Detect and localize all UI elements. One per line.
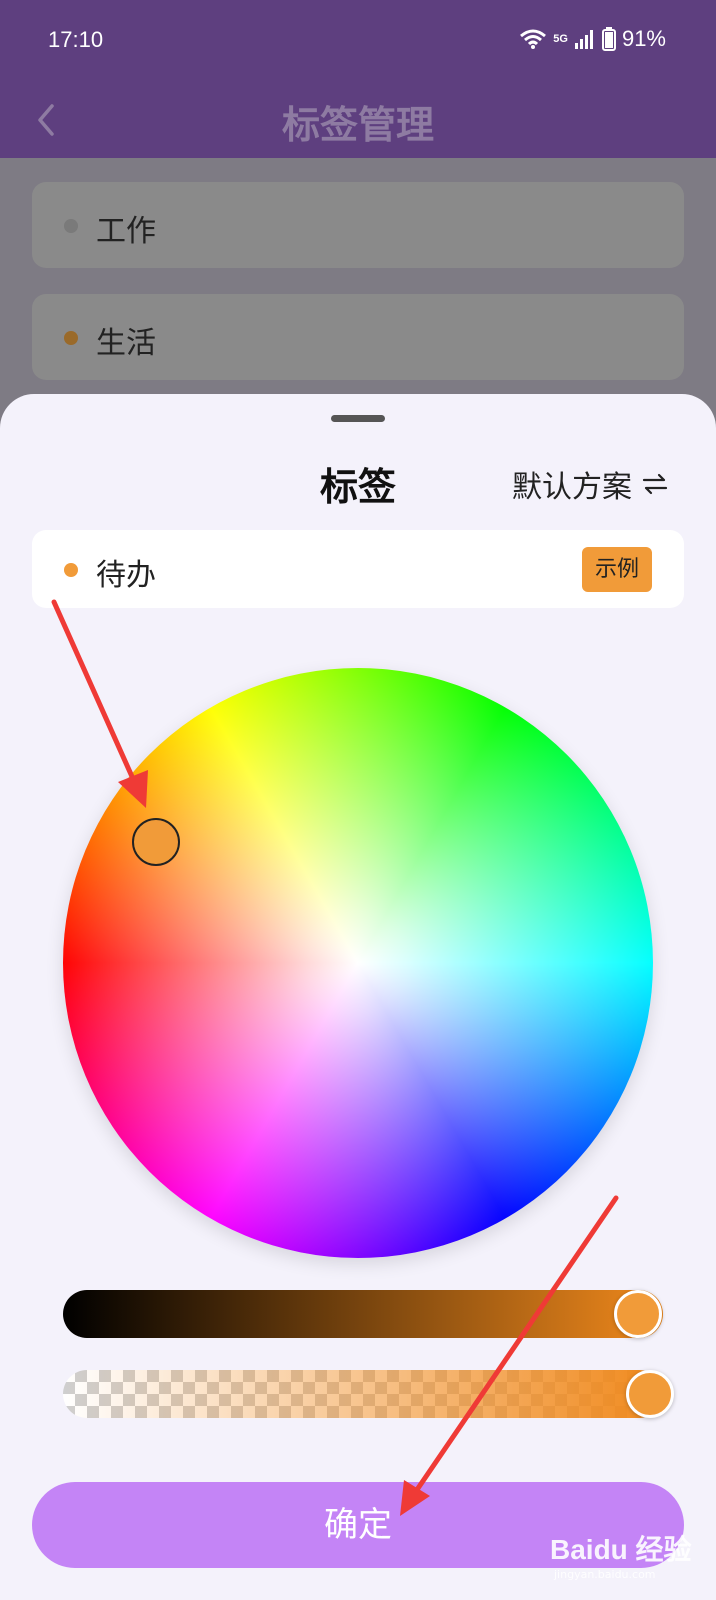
tag-color-dot — [64, 219, 78, 233]
color-wheel-handle[interactable] — [132, 818, 180, 866]
sheet-drag-handle[interactable] — [331, 415, 385, 422]
battery-icon — [601, 27, 616, 51]
swap-icon — [642, 473, 668, 495]
tag-item-work[interactable]: 工作 — [32, 182, 684, 268]
scheme-label: 默认方案 — [512, 470, 632, 505]
opacity-slider-thumb[interactable] — [626, 1370, 674, 1418]
color-wheel[interactable] — [63, 668, 653, 1258]
scheme-switch-button[interactable]: 默认方案 — [512, 462, 668, 506]
brightness-slider-thumb[interactable] — [614, 1290, 662, 1338]
watermark-url: jingyan.baidu.com — [554, 1568, 656, 1581]
status-icons: 5G 91% — [519, 26, 666, 52]
tag-label: 生活 — [96, 326, 156, 361]
example-badge: 示例 — [582, 547, 652, 592]
opacity-slider[interactable] — [63, 1370, 663, 1418]
network-5g-icon: 5G — [553, 32, 568, 45]
signal-icon — [574, 30, 593, 49]
page-title: 标签管理 — [281, 103, 434, 147]
preview-tag-name: 待办 — [96, 558, 156, 593]
opacity-gradient — [63, 1370, 663, 1418]
color-wheel-saturation — [63, 668, 653, 1258]
tag-item-life[interactable]: 生活 — [32, 294, 684, 380]
status-time: 17:10 — [48, 27, 104, 52]
color-picker-sheet: 标签 默认方案 待办 示例 确定 — [0, 394, 716, 1600]
brightness-slider[interactable] — [63, 1290, 663, 1338]
battery-percent: 91% — [621, 26, 666, 51]
tag-color-dot — [64, 331, 78, 345]
preview-color-dot — [64, 563, 78, 577]
status-bar: 17:10 5G 91% — [0, 0, 716, 82]
tag-label: 工作 — [96, 214, 156, 249]
watermark-brand: Baidu 经验 — [550, 1534, 692, 1565]
baidu-watermark: Baidu 经验 jingyan.baidu.com — [550, 1528, 692, 1581]
tag-preview-card: 待办 示例 — [32, 530, 684, 608]
app-header: 标签管理 — [0, 82, 716, 158]
wifi-icon — [520, 29, 547, 49]
